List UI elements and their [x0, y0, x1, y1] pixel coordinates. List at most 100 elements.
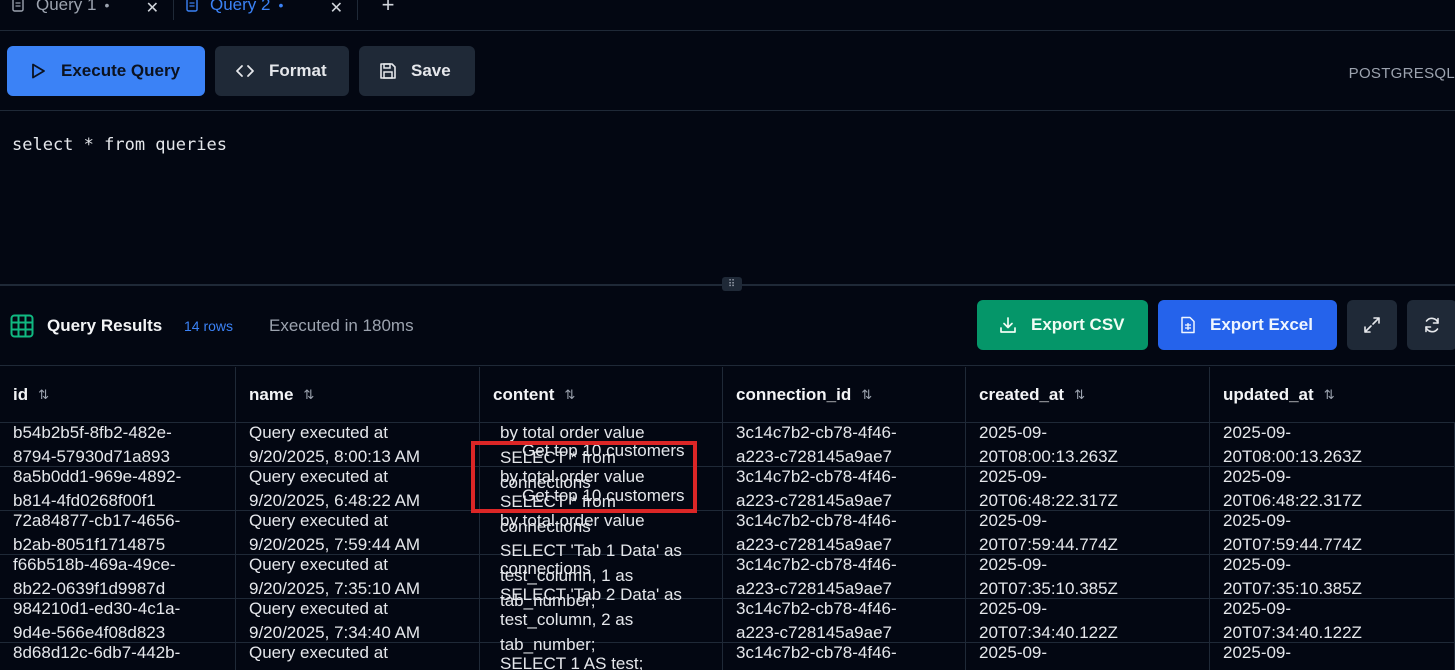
format-label: Format	[269, 61, 327, 80]
cell-connection-id: 3c14c7b2-cb78-4f46- a223-c728145a9ae7	[723, 599, 966, 643]
table-row[interactable]: 72a84877-cb17-4656- b2ab-8051f1714875 Que…	[0, 511, 1455, 555]
expand-button[interactable]	[1347, 300, 1397, 350]
cell-created-at: 2025-09- 20T07:35:10.385Z	[966, 555, 1210, 599]
table-header: id ⇅ name ⇅ content ⇅ connection_id ⇅ create…	[0, 367, 1455, 423]
column-label: id	[13, 385, 29, 404]
add-tab-button[interactable]: +	[358, 0, 418, 20]
cell-connection-id: 3c14c7b2-cb78-4f46- a223-c728145a9ae7	[723, 423, 966, 467]
spreadsheet-file-icon	[1181, 316, 1195, 334]
tab-query-2[interactable]: Query 2 • ✕	[174, 0, 358, 20]
column-header-name[interactable]: name ⇅	[236, 367, 480, 423]
close-tab-icon[interactable]: ✕	[146, 0, 159, 18]
column-label: connection_id	[736, 385, 852, 404]
cell-name: Query executed at 9/20/2025, 7:59:44 AM	[236, 511, 480, 555]
column-label: created_at	[979, 385, 1065, 404]
table-row[interactable]: 8d68d12c-6db7-442b- Query executed at 3c…	[0, 643, 1455, 670]
export-csv-label: Export CSV	[1031, 315, 1125, 334]
save-icon	[380, 63, 396, 79]
cell-updated-at: 2025-09- 20T07:34:40.122Z	[1210, 599, 1455, 643]
sort-icon[interactable]: ⇅	[38, 387, 49, 403]
export-csv-button[interactable]: Export CSV	[977, 300, 1148, 350]
play-icon	[32, 63, 45, 79]
sort-icon[interactable]: ⇅	[1074, 387, 1085, 403]
code-icon	[236, 65, 254, 77]
cell-created-at: 2025-09-	[966, 643, 1210, 670]
cell-id: 72a84877-cb17-4656- b2ab-8051f1714875	[0, 511, 236, 555]
close-tab-icon[interactable]: ✕	[330, 0, 343, 18]
column-label: name	[249, 385, 294, 404]
tab-bar: Query 1 • ✕ Query 2 • ✕ +	[0, 0, 1455, 31]
cell-name: Query executed at 9/20/2025, 8:00:13 AM	[236, 423, 480, 467]
sql-editor[interactable]: select * from queries	[0, 112, 1455, 284]
column-header-created-at[interactable]: created_at ⇅	[966, 367, 1210, 423]
cell-created-at: 2025-09- 20T07:59:44.774Z	[966, 511, 1210, 555]
sort-icon[interactable]: ⇅	[303, 387, 314, 403]
table-row[interactable]: f66b518b-469a-49ce- 8b22-0639f1d9987d Que…	[0, 555, 1455, 599]
format-button[interactable]: Format	[215, 46, 349, 96]
column-label: content	[493, 385, 555, 404]
column-header-connection-id[interactable]: connection_id ⇅	[723, 367, 966, 423]
cell-updated-at: 2025-09- 20T07:35:10.385Z	[1210, 555, 1455, 599]
unsaved-dot: •	[278, 0, 284, 13]
results-title: Query Results	[47, 316, 163, 335]
column-label: updated_at	[1223, 385, 1314, 404]
cell-name: Query executed at 9/20/2025, 7:34:40 AM	[236, 599, 480, 643]
cell-created-at: 2025-09- 20T08:00:13.263Z	[966, 423, 1210, 467]
execution-time: Executed in 180ms	[269, 316, 414, 335]
cell-id: 8d68d12c-6db7-442b-	[0, 643, 236, 670]
cell-updated-at: 2025-09-	[1210, 643, 1455, 670]
cell-connection-id: 3c14c7b2-cb78-4f46- a223-c728145a9ae7	[723, 467, 966, 511]
cell-id: 8a5b0dd1-969e-4892- b814-4fd0268f00f1	[0, 467, 236, 511]
sort-icon[interactable]: ⇅	[861, 387, 872, 403]
cell-connection-id: 3c14c7b2-cb78-4f46- a223-c728145a9ae7	[723, 511, 966, 555]
column-header-id[interactable]: id ⇅	[0, 367, 236, 423]
row-count-badge: 14 rows	[184, 318, 234, 334]
sql-dialect-label: POSTGRESQL	[1348, 65, 1455, 82]
cell-id: 984210d1-ed30-4c1a- 9d4e-566e4f08d823	[0, 599, 236, 643]
query-toolbar: Execute Query Format Save POSTGRESQL	[0, 31, 1455, 111]
download-icon	[1000, 317, 1016, 333]
refresh-icon	[1425, 317, 1439, 333]
cell-connection-id: 3c14c7b2-cb78-4f46- a223-c728145a9ae7	[723, 555, 966, 599]
cell-updated-at: 2025-09- 20T08:00:13.263Z	[1210, 423, 1455, 467]
save-label: Save	[411, 61, 451, 80]
refresh-button[interactable]	[1407, 300, 1455, 350]
content-text-line: connections	[500, 559, 591, 578]
content-text-line: SELECT 1 AS test;	[500, 654, 644, 670]
tab-label: Query 1	[36, 0, 97, 14]
cell-updated-at: 2025-09- 20T07:59:44.774Z	[1210, 511, 1455, 555]
results-table: id ⇅ name ⇅ content ⇅ connection_id ⇅ create…	[0, 367, 1455, 670]
execute-query-label: Execute Query	[61, 61, 181, 80]
file-icon	[12, 0, 24, 12]
column-header-content[interactable]: content ⇅	[480, 367, 723, 423]
table-icon	[10, 314, 34, 338]
file-icon	[186, 0, 198, 12]
table-row[interactable]: 984210d1-ed30-4c1a- 9d4e-566e4f08d823 Que…	[0, 599, 1455, 643]
sort-icon[interactable]: ⇅	[564, 387, 575, 403]
export-excel-label: Export Excel	[1210, 315, 1313, 334]
content-text-line: connections	[500, 517, 591, 536]
cell-name: Query executed at	[236, 643, 480, 670]
content-text-line: test_column, 2 as	[500, 610, 634, 629]
cell-name: Query executed at 9/20/2025, 6:48:22 AM	[236, 467, 480, 511]
unsaved-dot: •	[104, 0, 110, 13]
cell-connection-id: 3c14c7b2-cb78-4f46-	[723, 643, 966, 670]
export-excel-button[interactable]: Export Excel	[1158, 300, 1337, 350]
table-row[interactable]: 8a5b0dd1-969e-4892- b814-4fd0268f00f1 Que…	[0, 467, 1455, 511]
sql-code[interactable]: select * from queries	[12, 135, 227, 155]
sort-icon[interactable]: ⇅	[1324, 387, 1335, 403]
highlight-box	[471, 441, 697, 513]
column-header-updated-at[interactable]: updated_at ⇅	[1210, 367, 1455, 423]
cell-created-at: 2025-09- 20T07:34:40.122Z	[966, 599, 1210, 643]
save-button[interactable]: Save	[359, 46, 475, 96]
expand-icon	[1364, 317, 1380, 333]
cell-name: Query executed at 9/20/2025, 7:35:10 AM	[236, 555, 480, 599]
cell-updated-at: 2025-09- 20T06:48:22.317Z	[1210, 467, 1455, 511]
tab-label: Query 2	[210, 0, 271, 14]
table-row[interactable]: b54b2b5f-8fb2-482e- 8794-57930d71a893 Que…	[0, 423, 1455, 467]
cell-id: b54b2b5f-8fb2-482e- 8794-57930d71a893	[0, 423, 236, 467]
tab-query-1[interactable]: Query 1 • ✕	[0, 0, 174, 20]
cell-id: f66b518b-469a-49ce- 8b22-0639f1d9987d	[0, 555, 236, 599]
execute-query-button[interactable]: Execute Query	[7, 46, 205, 96]
cell-created-at: 2025-09- 20T06:48:22.317Z	[966, 467, 1210, 511]
